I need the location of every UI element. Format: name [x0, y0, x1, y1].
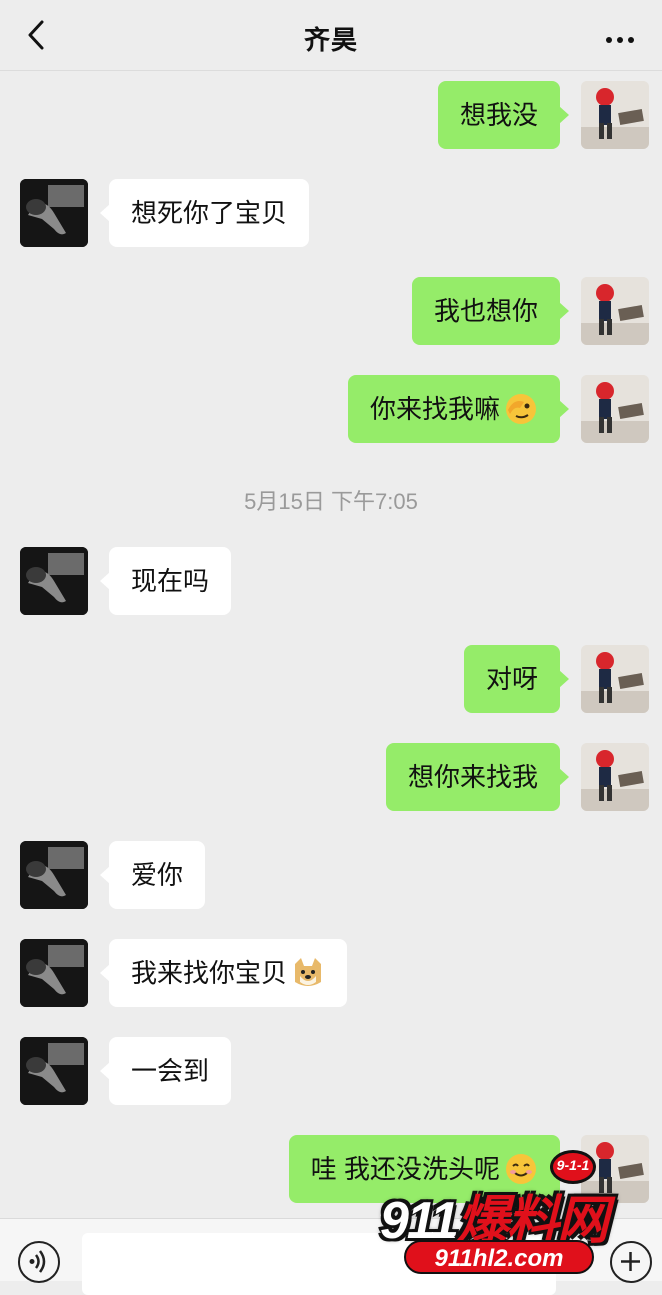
message-text: 你来找我嘛: [369, 394, 500, 424]
message-timestamp: 5月15日 下午7:05: [244, 489, 418, 514]
avatar-contact[interactable]: [20, 939, 88, 1007]
voice-waves-icon: [29, 1250, 46, 1273]
avatar-contact[interactable]: [20, 547, 88, 615]
message-text: 对呀: [485, 664, 538, 694]
message-bubble-received[interactable]: 爱你: [99, 841, 206, 909]
message-text: 想我没: [459, 100, 538, 130]
avatar-me[interactable]: [581, 81, 649, 149]
message-bubble-received[interactable]: 一会到: [99, 1037, 232, 1105]
message-bubble-received[interactable]: 想死你了宝贝: [99, 179, 310, 247]
face-with-hand-over-eye-emoji: [506, 394, 536, 425]
more-dots-icon[interactable]: [606, 30, 642, 43]
message-bubble-received[interactable]: 我来找你宝贝: [99, 939, 348, 1007]
message-text: 现在吗: [131, 566, 210, 596]
chat-header: 齐昊: [0, 0, 662, 71]
message-text: 想你来找我: [407, 762, 538, 792]
message-bubble-sent[interactable]: 想你来找我: [385, 743, 570, 811]
avatar-me-image: [581, 375, 649, 443]
avatar-contact[interactable]: [20, 841, 88, 909]
avatar-contact[interactable]: [20, 1037, 88, 1105]
message-text: 一会到: [131, 1056, 210, 1086]
message-bubble-received[interactable]: 现在吗: [99, 547, 232, 615]
avatar-contact-image: [20, 1037, 88, 1105]
message-bubble-sent[interactable]: 想我没: [437, 81, 570, 149]
avatar-contact-image: [20, 547, 88, 615]
avatar-contact[interactable]: [20, 179, 88, 247]
avatar-me-image: [581, 645, 649, 713]
watermark-logo: 9-1-1 911爆料网 911hl2.com: [362, 1148, 652, 1280]
avatar-me[interactable]: [581, 645, 649, 713]
voice-icon[interactable]: [18, 1241, 60, 1283]
message-bubble-sent[interactable]: 对呀: [463, 645, 570, 713]
avatar-me-image: [581, 743, 649, 811]
chat-title: 齐昊: [303, 25, 358, 55]
doge-emoji: [295, 958, 322, 987]
avatar-contact-image: [20, 179, 88, 247]
message-bubble-sent[interactable]: 你来找我嘛: [347, 375, 570, 443]
message-text: 爱你: [131, 860, 184, 890]
message-text: 我来找你宝贝: [131, 958, 288, 988]
avatar-contact-image: [20, 939, 88, 1007]
message-bubble-sent[interactable]: 我也想你: [411, 277, 570, 345]
avatar-me-image: [581, 81, 649, 149]
avatar-contact-image: [20, 841, 88, 909]
avatar-me[interactable]: [581, 375, 649, 443]
avatar-me[interactable]: [581, 743, 649, 811]
message-text: 想死你了宝贝: [131, 198, 288, 228]
avatar-me[interactable]: [581, 277, 649, 345]
watermark-url: 911hl2.com: [404, 1240, 594, 1274]
message-text: 我也想你: [433, 296, 538, 326]
avatar-me-image: [581, 277, 649, 345]
watermark-badge-text: 9-1-1: [556, 1157, 590, 1173]
